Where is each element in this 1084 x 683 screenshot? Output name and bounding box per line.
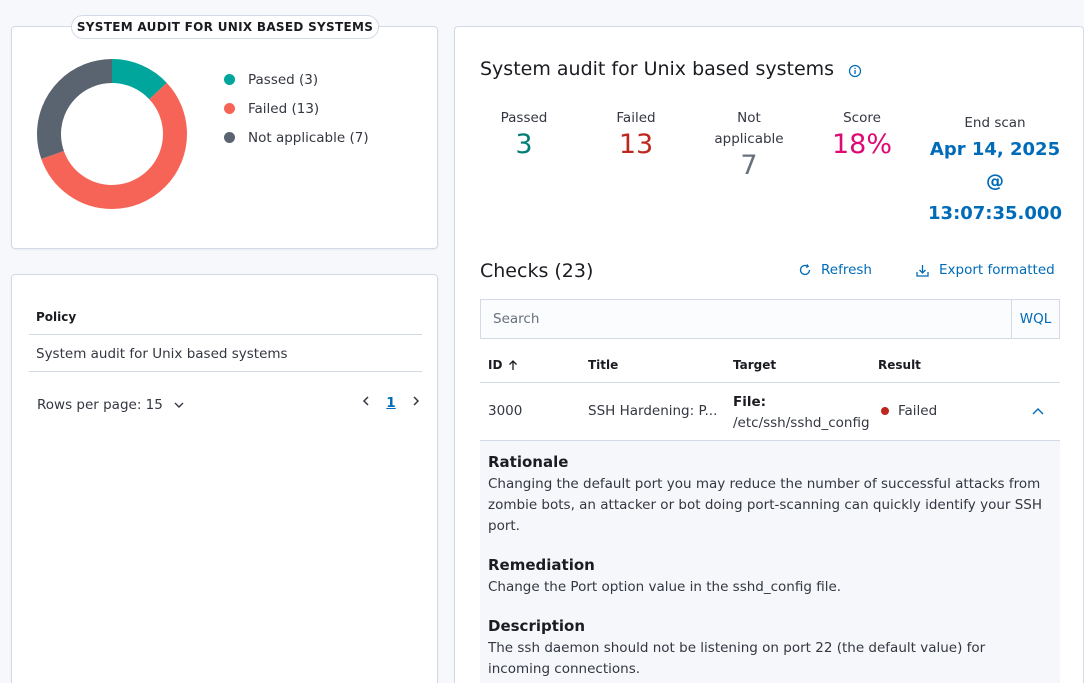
divider (29, 334, 422, 335)
export-formatted-label: Export formatted (939, 262, 1055, 278)
failed-dot (224, 103, 235, 114)
stat-not-applicable-label: Not applicable (714, 110, 784, 147)
column-header-target[interactable]: Target (733, 358, 776, 372)
legend-item-not-applicable[interactable]: Not applicable (7) (224, 123, 369, 152)
page-title-text: System audit for Unix based systems (480, 58, 835, 80)
prev-page-button[interactable] (354, 395, 378, 411)
donut-chart (37, 59, 187, 209)
stat-score-label: Score (843, 110, 881, 126)
stat-score-value: 18% (831, 129, 892, 160)
description-title: Description (488, 617, 586, 635)
chevron-down-icon (174, 402, 184, 408)
export-icon (916, 264, 929, 277)
remediation-text: Change the Port option value in the sshd… (488, 579, 842, 595)
chevron-up-icon (1032, 408, 1044, 415)
refresh-icon (799, 264, 811, 276)
passed-dot (224, 74, 235, 85)
row-title: SSH Hardening: P... (588, 403, 718, 419)
row-target-label: File: (733, 394, 767, 410)
row-result: Failed (881, 403, 937, 419)
page-title: System audit for Unix based systems (480, 58, 862, 80)
chevron-left-icon (362, 396, 369, 406)
row-details: Rationale Changing the default port you … (480, 441, 1060, 683)
policy-row[interactable]: System audit for Unix based systems (36, 346, 288, 362)
legend-label-not-applicable: Not applicable (7) (248, 129, 369, 146)
chevron-right-icon (413, 396, 420, 406)
search-input[interactable] (481, 300, 1011, 338)
policy-column-header[interactable]: Policy (36, 310, 76, 324)
legend-label-passed: Passed (3) (248, 71, 319, 88)
column-header-id-label: ID (488, 358, 503, 372)
rows-per-page-button[interactable]: Rows per page: 15 (37, 397, 185, 413)
wql-button[interactable]: WQL (1011, 300, 1059, 338)
column-header-result[interactable]: Result (878, 358, 921, 372)
column-header-id[interactable]: ID (488, 358, 519, 372)
export-formatted-button[interactable]: Export formatted (915, 262, 1055, 278)
collapse-row-button[interactable] (1031, 405, 1045, 421)
policy-panel: Policy System audit for Unix based syste… (11, 274, 438, 683)
stat-not-applicable: Not applicable 7 (709, 108, 789, 182)
arrow-up-icon (509, 360, 518, 370)
table-row[interactable]: 3000 SSH Hardening: P... File: /etc/ssh/… (480, 382, 1060, 441)
donut-panel: Passed (3) Failed (13) Not applicable (7… (11, 26, 438, 249)
stat-passed: Passed 3 (489, 108, 559, 161)
refresh-label: Refresh (821, 262, 872, 278)
stat-failed-value: 13 (618, 129, 654, 160)
donut-legend: Passed (3) Failed (13) Not applicable (7… (224, 65, 369, 152)
donut-panel-title: SYSTEM AUDIT FOR UNIX BASED SYSTEMS (71, 15, 379, 39)
stat-failed-label: Failed (616, 110, 656, 126)
checks-title: Checks (23) (480, 260, 594, 282)
rationale-title: Rationale (488, 453, 569, 471)
description-text: The ssh daemon should not be listening o… (488, 640, 986, 677)
stat-end-scan-label: End scan (964, 115, 1026, 131)
rationale-text: Changing the default port you may reduce… (488, 476, 1043, 534)
info-icon[interactable] (848, 64, 862, 78)
rows-per-page-label: Rows per page: 15 (37, 397, 163, 413)
stat-end-scan-value: Apr 14, 2025 @ 13:07:35.000 (928, 139, 1062, 224)
row-id: 3000 (488, 403, 523, 419)
stat-failed: Failed 13 (601, 108, 671, 161)
search-bar: WQL (480, 299, 1060, 339)
page-number-button[interactable]: 1 (378, 395, 404, 411)
stat-score: Score 18% (822, 108, 902, 161)
pagination: 1 (354, 395, 428, 411)
row-target: File: /etc/ssh/sshd_config (733, 392, 870, 434)
main-panel: System audit for Unix based systems Pass… (454, 26, 1084, 683)
row-target-value: /etc/ssh/sshd_config (733, 415, 870, 431)
next-page-button[interactable] (404, 395, 428, 411)
row-result-label: Failed (898, 403, 938, 419)
stat-passed-value: 3 (515, 129, 533, 160)
stat-passed-label: Passed (500, 110, 548, 126)
legend-item-failed[interactable]: Failed (13) (224, 94, 369, 123)
remediation-title: Remediation (488, 556, 595, 574)
refresh-button[interactable]: Refresh (798, 262, 872, 278)
stat-not-applicable-value: 7 (740, 150, 758, 181)
divider (29, 371, 422, 372)
stat-end-scan: End scan Apr 14, 2025 @ 13:07:35.000 (925, 113, 1065, 230)
legend-label-failed: Failed (13) (248, 100, 320, 117)
column-header-title[interactable]: Title (588, 358, 618, 372)
failed-status-dot (881, 407, 889, 415)
not-applicable-dot (224, 132, 235, 143)
legend-item-passed[interactable]: Passed (3) (224, 65, 369, 94)
